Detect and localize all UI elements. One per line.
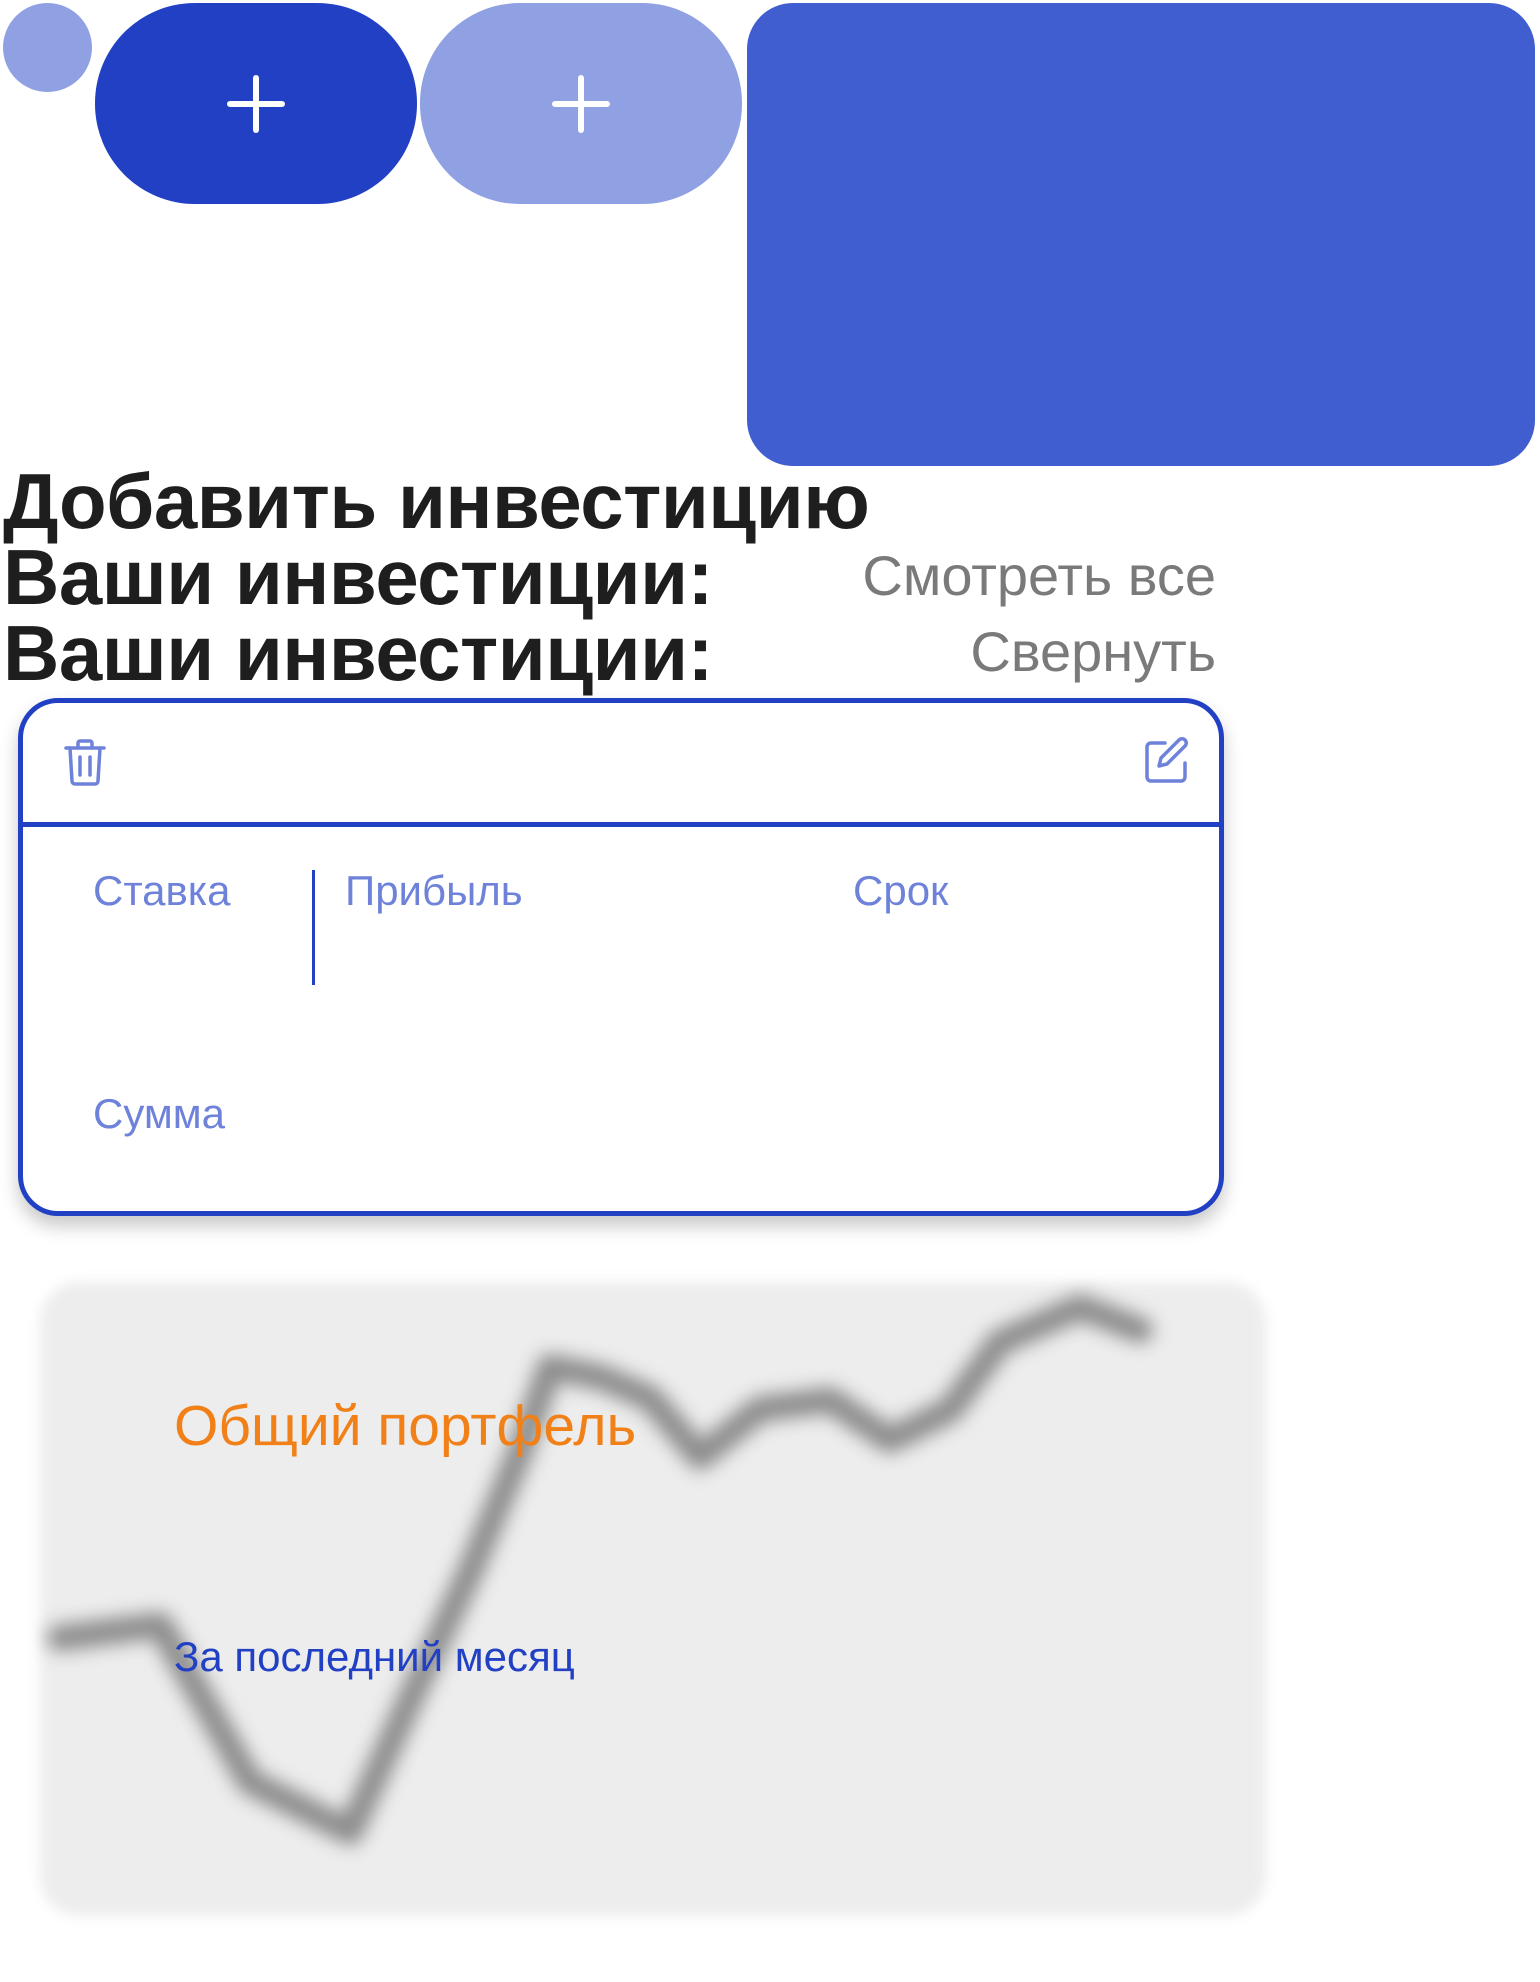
sum-label: Сумма xyxy=(93,1090,225,1137)
your-investments-heading: Ваши инвестиции: xyxy=(3,533,714,621)
edit-icon xyxy=(1145,737,1188,783)
your-investments-heading-expanded: Ваши инвестиции: xyxy=(3,609,714,697)
add-investment-button[interactable] xyxy=(95,3,417,204)
add-button-secondary[interactable] xyxy=(420,3,742,204)
text-cursor xyxy=(312,870,315,985)
portfolio-title: Общий портфель xyxy=(174,1394,637,1458)
add-investment-heading: Добавить инвестицию xyxy=(3,457,870,545)
indicator-dot xyxy=(3,3,92,92)
view-all-link[interactable]: Смотреть все xyxy=(862,548,1216,604)
delete-button[interactable] xyxy=(59,735,111,787)
investment-card-header xyxy=(23,703,1219,827)
edit-button[interactable] xyxy=(1141,735,1193,787)
plus-icon xyxy=(552,74,610,133)
blue-card xyxy=(747,3,1535,466)
profit-label: Прибыль xyxy=(345,867,523,914)
investment-card: Ставка Прибыль Срок Сумма xyxy=(18,698,1224,1216)
portfolio-sparkline xyxy=(47,1294,1153,1845)
rate-label: Ставка xyxy=(93,867,231,914)
plus-icon xyxy=(227,74,285,133)
portfolio-period: За последний месяц xyxy=(174,1633,575,1680)
collapse-link[interactable]: Свернуть xyxy=(970,624,1216,680)
term-label: Срок xyxy=(853,867,949,914)
trash-icon xyxy=(64,739,106,786)
